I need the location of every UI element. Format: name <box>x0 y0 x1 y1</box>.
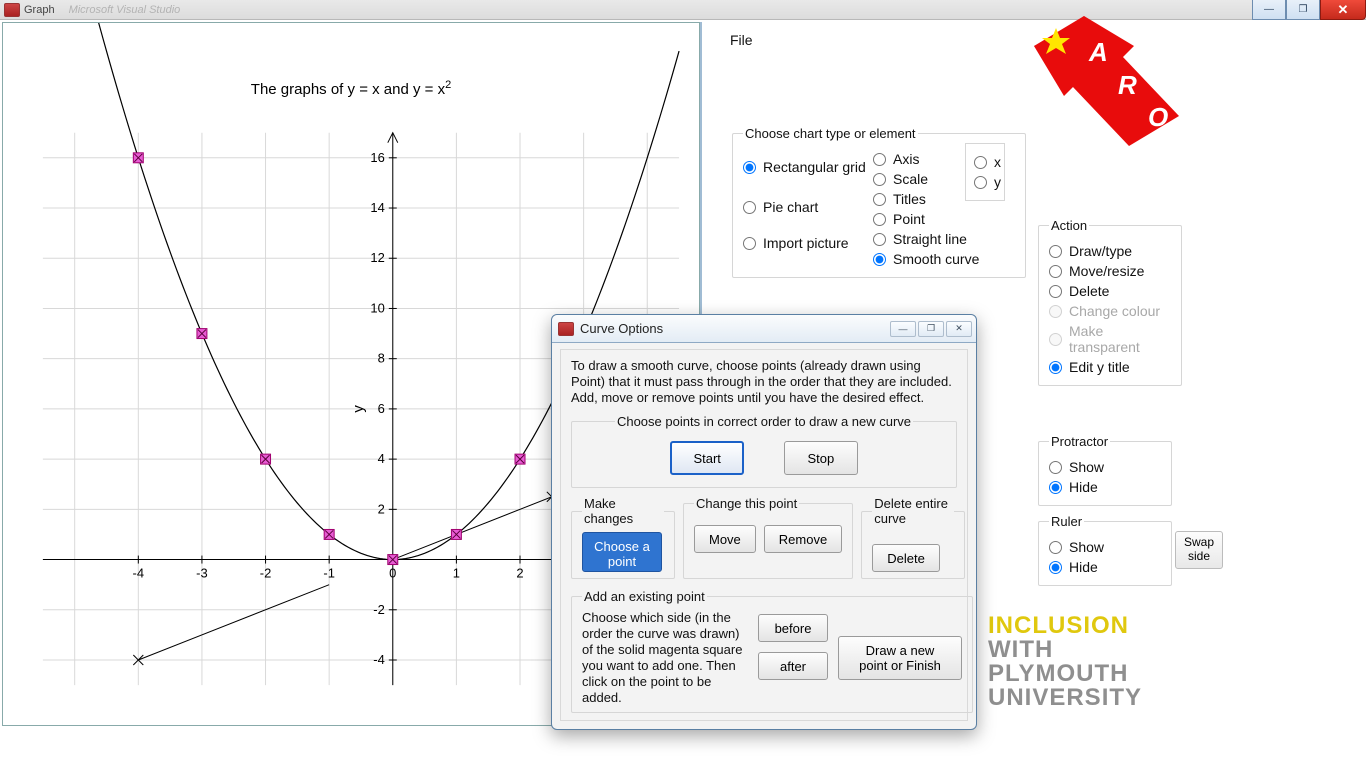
svg-text:y: y <box>350 405 367 413</box>
window-buttons: — ❐ ✕ <box>1252 0 1366 20</box>
app-icon <box>4 3 20 17</box>
menu-file[interactable]: File <box>702 22 1366 58</box>
protractor-legend: Protractor <box>1049 434 1110 449</box>
svg-text:-3: -3 <box>196 566 208 581</box>
maximize-button[interactable]: ❐ <box>1286 0 1320 20</box>
minimize-button[interactable]: — <box>1252 0 1286 20</box>
radio-ruler-show[interactable]: Show <box>1049 539 1161 555</box>
choose-legend: Choose chart type or element <box>743 126 918 141</box>
action-group: Action Draw/type Move/resize Delete Chan… <box>1038 218 1182 386</box>
dialog-titlebar[interactable]: Curve Options — ❐ ✕ <box>552 315 976 343</box>
close-button[interactable]: ✕ <box>1320 0 1366 20</box>
svg-text:-2: -2 <box>260 566 272 581</box>
delete-curve-legend: Delete entire curve <box>872 496 954 526</box>
svg-text:-2: -2 <box>373 602 385 617</box>
svg-text:-1: -1 <box>323 566 335 581</box>
remove-button[interactable]: Remove <box>764 525 842 553</box>
dialog-intro-text: To draw a smooth curve, choose points (a… <box>571 358 957 406</box>
plymouth-university-logo: INCLUSION WITH PLYMOUTH UNIVERSITY <box>988 614 1142 710</box>
dialog-icon <box>558 322 574 336</box>
radio-delete[interactable]: Delete <box>1049 283 1171 299</box>
svg-text:12: 12 <box>370 250 384 265</box>
action-legend: Action <box>1049 218 1089 233</box>
chart-title: The graphs of y = x and y = x2 <box>251 79 451 98</box>
dialog-minimize-button[interactable]: — <box>890 321 916 337</box>
svg-text:6: 6 <box>378 401 385 416</box>
radio-rectangular-grid[interactable]: Rectangular grid <box>743 159 873 175</box>
ruler-legend: Ruler <box>1049 514 1084 529</box>
dialog-close-button[interactable]: ✕ <box>946 321 972 337</box>
radio-draw-type[interactable]: Draw/type <box>1049 243 1171 259</box>
svg-text:4: 4 <box>378 451 385 466</box>
add-existing-help: Choose which side (in the order the curv… <box>582 610 748 706</box>
start-button[interactable]: Start <box>670 441 744 475</box>
svg-text:8: 8 <box>378 351 385 366</box>
draw-new-or-finish-button[interactable]: Draw a new point or Finish <box>838 636 962 680</box>
window-title: Graph <box>24 4 55 16</box>
make-changes-legend: Make changes <box>582 496 664 526</box>
move-button[interactable]: Move <box>694 525 756 553</box>
radio-smooth-curve[interactable]: Smooth curve <box>873 251 981 267</box>
svg-text:-4: -4 <box>133 566 145 581</box>
background-window-title: Microsoft Visual Studio <box>69 4 181 16</box>
radio-ruler-hide[interactable]: Hide <box>1049 559 1161 575</box>
radio-import-picture[interactable]: Import picture <box>743 235 873 251</box>
radio-straight-line[interactable]: Straight line <box>873 231 981 247</box>
change-this-point-legend: Change this point <box>694 496 799 511</box>
dialog-body: To draw a smooth curve, choose points (a… <box>560 349 968 721</box>
radio-axis-x[interactable]: x <box>974 154 996 170</box>
svg-text:2: 2 <box>516 566 523 581</box>
radio-protractor-hide[interactable]: Hide <box>1049 479 1161 495</box>
svg-text:10: 10 <box>370 300 384 315</box>
dialog-maximize-button[interactable]: ❐ <box>918 321 944 337</box>
svg-text:-4: -4 <box>373 652 385 667</box>
radio-change-colour: Change colour <box>1049 303 1171 319</box>
svg-text:16: 16 <box>370 150 384 165</box>
svg-text:2: 2 <box>378 501 385 516</box>
radio-protractor-show[interactable]: Show <box>1049 459 1161 475</box>
curve-options-dialog: Curve Options — ❐ ✕ To draw a smooth cur… <box>551 314 977 730</box>
choose-group: Choose chart type or element Rectangular… <box>732 126 1026 278</box>
swap-side-button[interactable]: Swap side <box>1175 531 1223 569</box>
delete-curve-button[interactable]: Delete <box>872 544 940 572</box>
radio-point[interactable]: Point <box>873 211 981 227</box>
dialog-title: Curve Options <box>580 321 663 336</box>
before-button[interactable]: before <box>758 614 828 642</box>
add-existing-legend: Add an existing point <box>582 589 707 604</box>
titlebar: Graph Microsoft Visual Studio — ❐ ✕ <box>0 0 1366 20</box>
radio-edit-y-title[interactable]: Edit y title <box>1049 359 1171 375</box>
stop-button[interactable]: Stop <box>784 441 858 475</box>
ruler-group: Ruler Show Hide Swap side <box>1038 514 1172 586</box>
svg-text:0: 0 <box>389 566 396 581</box>
after-button[interactable]: after <box>758 652 828 680</box>
choose-a-point-button[interactable]: Choose a point <box>582 532 662 572</box>
radio-pie-chart[interactable]: Pie chart <box>743 199 873 215</box>
radio-axis-y[interactable]: y <box>974 174 996 190</box>
protractor-group: Protractor Show Hide <box>1038 434 1172 506</box>
radio-move-resize[interactable]: Move/resize <box>1049 263 1171 279</box>
pick-points-legend: Choose points in correct order to draw a… <box>615 414 913 429</box>
svg-text:1: 1 <box>453 566 460 581</box>
svg-text:14: 14 <box>370 200 384 215</box>
radio-make-transparent: Make transparent <box>1049 323 1171 355</box>
